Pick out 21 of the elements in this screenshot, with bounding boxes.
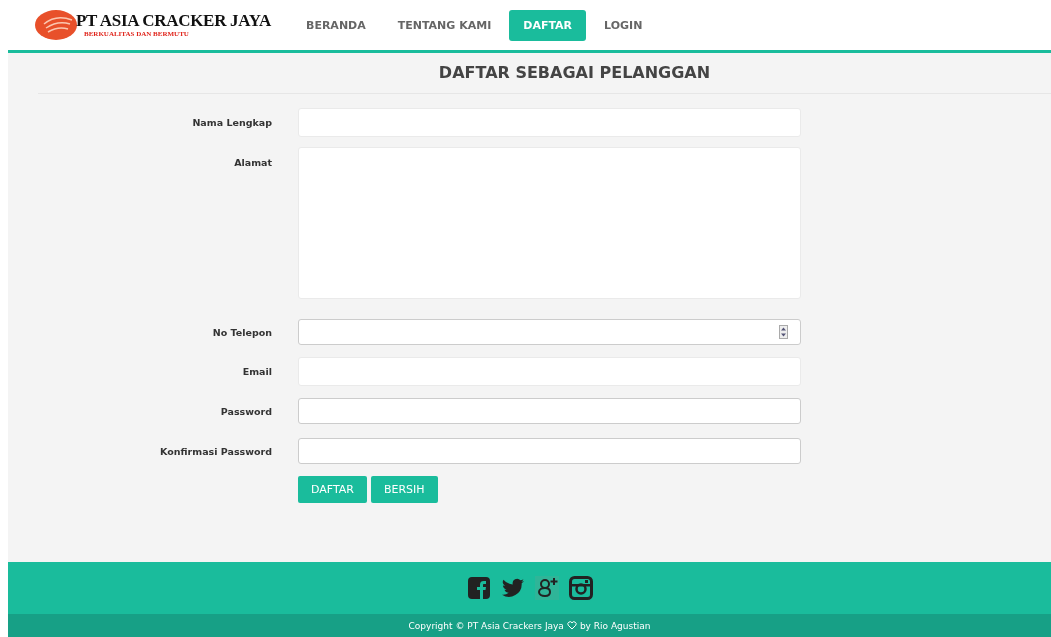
author-text: by Rio Agustian [579, 620, 651, 631]
field-label: Email [241, 366, 272, 377]
nav-tab[interactable]: TENTANG KAMI [383, 9, 506, 41]
field-label: No Telepon [211, 326, 272, 338]
facebook-icon[interactable] [465, 576, 492, 600]
field-label: Password [219, 405, 272, 417]
google-plus-icon[interactable] [533, 576, 560, 600]
camera-icon[interactable] [567, 576, 594, 600]
phone-field[interactable] [298, 319, 801, 345]
field-label: Nama Lengkap [191, 117, 272, 128]
password-field[interactable] [298, 398, 801, 424]
copyright-text: Copyright © PT Asia Crackers Jaya [408, 620, 564, 631]
password-field[interactable] [298, 438, 801, 464]
nav-tab[interactable]: LOGIN [590, 9, 657, 41]
brand-name: PT ASIA CRACKER JAYA [76, 11, 272, 30]
field-label: Alamat [233, 156, 272, 168]
field-label: Konfirmasi Password [159, 445, 272, 457]
heart-icon [566, 621, 577, 630]
nav-tab[interactable]: BERANDA [292, 9, 380, 41]
page-title: DAFTAR SEBAGAI PELANGGAN [437, 62, 712, 84]
spinner-icon[interactable] [779, 325, 788, 339]
